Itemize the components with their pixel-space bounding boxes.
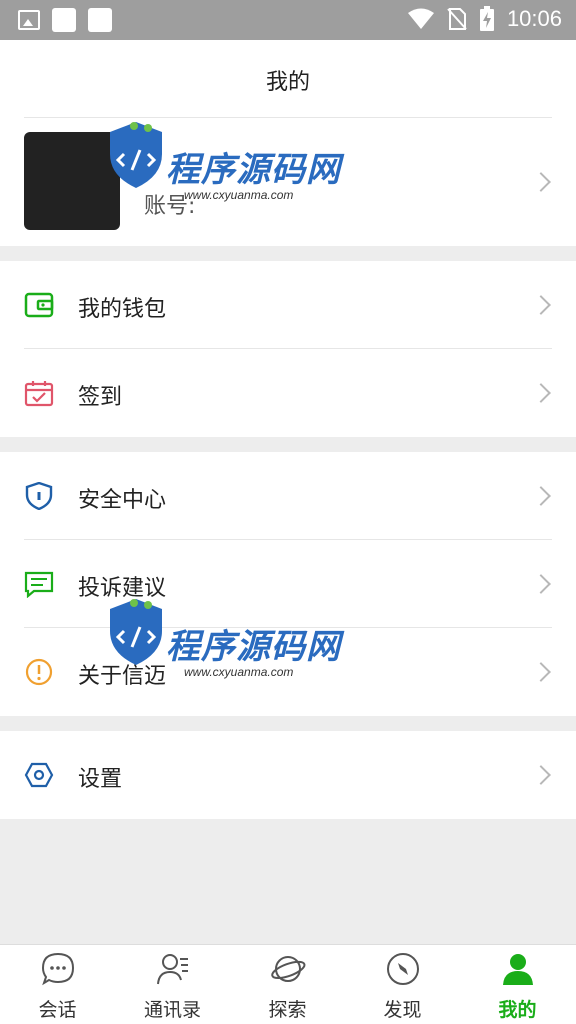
watermark-title: 程序源码网 xyxy=(166,627,341,667)
watermark-logo-icon xyxy=(110,122,162,188)
tab-contacts[interactable]: 通讯录 xyxy=(115,945,230,1024)
tab-label: 我的 xyxy=(498,999,537,1021)
menu-item-checkin[interactable]: 签到 xyxy=(0,349,576,437)
tab-label: 会话 xyxy=(38,999,77,1021)
no-sim-icon xyxy=(447,8,467,30)
bottom-tab-bar: 会话 通讯录 探索 发现 我的 xyxy=(0,944,576,1024)
menu-item-label: 设置 xyxy=(78,767,123,792)
watermark-url: www.cxyuanma.com xyxy=(184,665,294,679)
info-alert-icon xyxy=(25,658,53,686)
gallery-notification-icon xyxy=(18,10,40,30)
menu-item-label: 签到 xyxy=(78,385,123,410)
chevron-right-icon xyxy=(531,486,551,506)
tab-discover[interactable]: 发现 xyxy=(345,945,460,1024)
watermark-title: 程序源码网 xyxy=(166,150,341,190)
wallet-icon xyxy=(24,292,54,318)
watermark-url: www.cxyuanma.com xyxy=(184,188,294,202)
menu-section-wallet: 我的钱包 签到 xyxy=(0,261,576,437)
planet-icon xyxy=(271,956,306,982)
gear-icon xyxy=(24,762,54,788)
watermark: 程序源码网 www.cxyuanma.com xyxy=(100,108,350,228)
wifi-icon xyxy=(407,8,434,29)
battery-charging-icon xyxy=(479,6,494,31)
status-time: 10:06 xyxy=(506,6,562,31)
menu-item-settings[interactable]: 设置 xyxy=(0,731,576,819)
chevron-right-icon xyxy=(531,574,551,594)
chat-bubble-icon xyxy=(41,952,75,986)
watermark-logo-icon xyxy=(110,599,162,665)
menu-item-wallet[interactable]: 我的钱包 xyxy=(0,261,576,349)
calendar-check-icon xyxy=(24,381,54,407)
menu-item-label: 我的钱包 xyxy=(78,297,167,322)
chevron-right-icon xyxy=(531,662,551,682)
page-title: 我的 xyxy=(265,70,310,95)
watermark: 程序源码网 www.cxyuanma.com xyxy=(100,585,350,705)
menu-item-label: 安全中心 xyxy=(78,488,167,513)
menu-item-security[interactable]: 安全中心 xyxy=(0,452,576,540)
shield-icon xyxy=(25,482,53,510)
status-indicators: 10:06 xyxy=(407,6,562,32)
contacts-icon xyxy=(157,954,188,985)
message-icon xyxy=(24,571,54,598)
tab-explore[interactable]: 探索 xyxy=(230,945,345,1024)
tab-label: 通讯录 xyxy=(143,999,201,1021)
status-notifications xyxy=(18,8,112,32)
chevron-right-icon xyxy=(531,295,551,315)
chevron-right-icon xyxy=(531,765,551,785)
status-bar: 10:06 xyxy=(0,0,576,40)
person-icon xyxy=(503,954,533,985)
chevron-right-icon xyxy=(531,172,551,192)
chevron-right-icon xyxy=(531,383,551,403)
app-notification-icon xyxy=(88,8,112,32)
page-header: 我的 xyxy=(0,40,576,118)
tab-me[interactable]: 我的 xyxy=(460,945,575,1024)
tab-chat[interactable]: 会话 xyxy=(0,945,115,1024)
menu-section-settings: 设置 xyxy=(0,731,576,819)
tab-label: 探索 xyxy=(268,999,307,1021)
compass-icon xyxy=(387,953,419,985)
app-notification-icon xyxy=(52,8,76,32)
tab-label: 发现 xyxy=(383,999,422,1021)
